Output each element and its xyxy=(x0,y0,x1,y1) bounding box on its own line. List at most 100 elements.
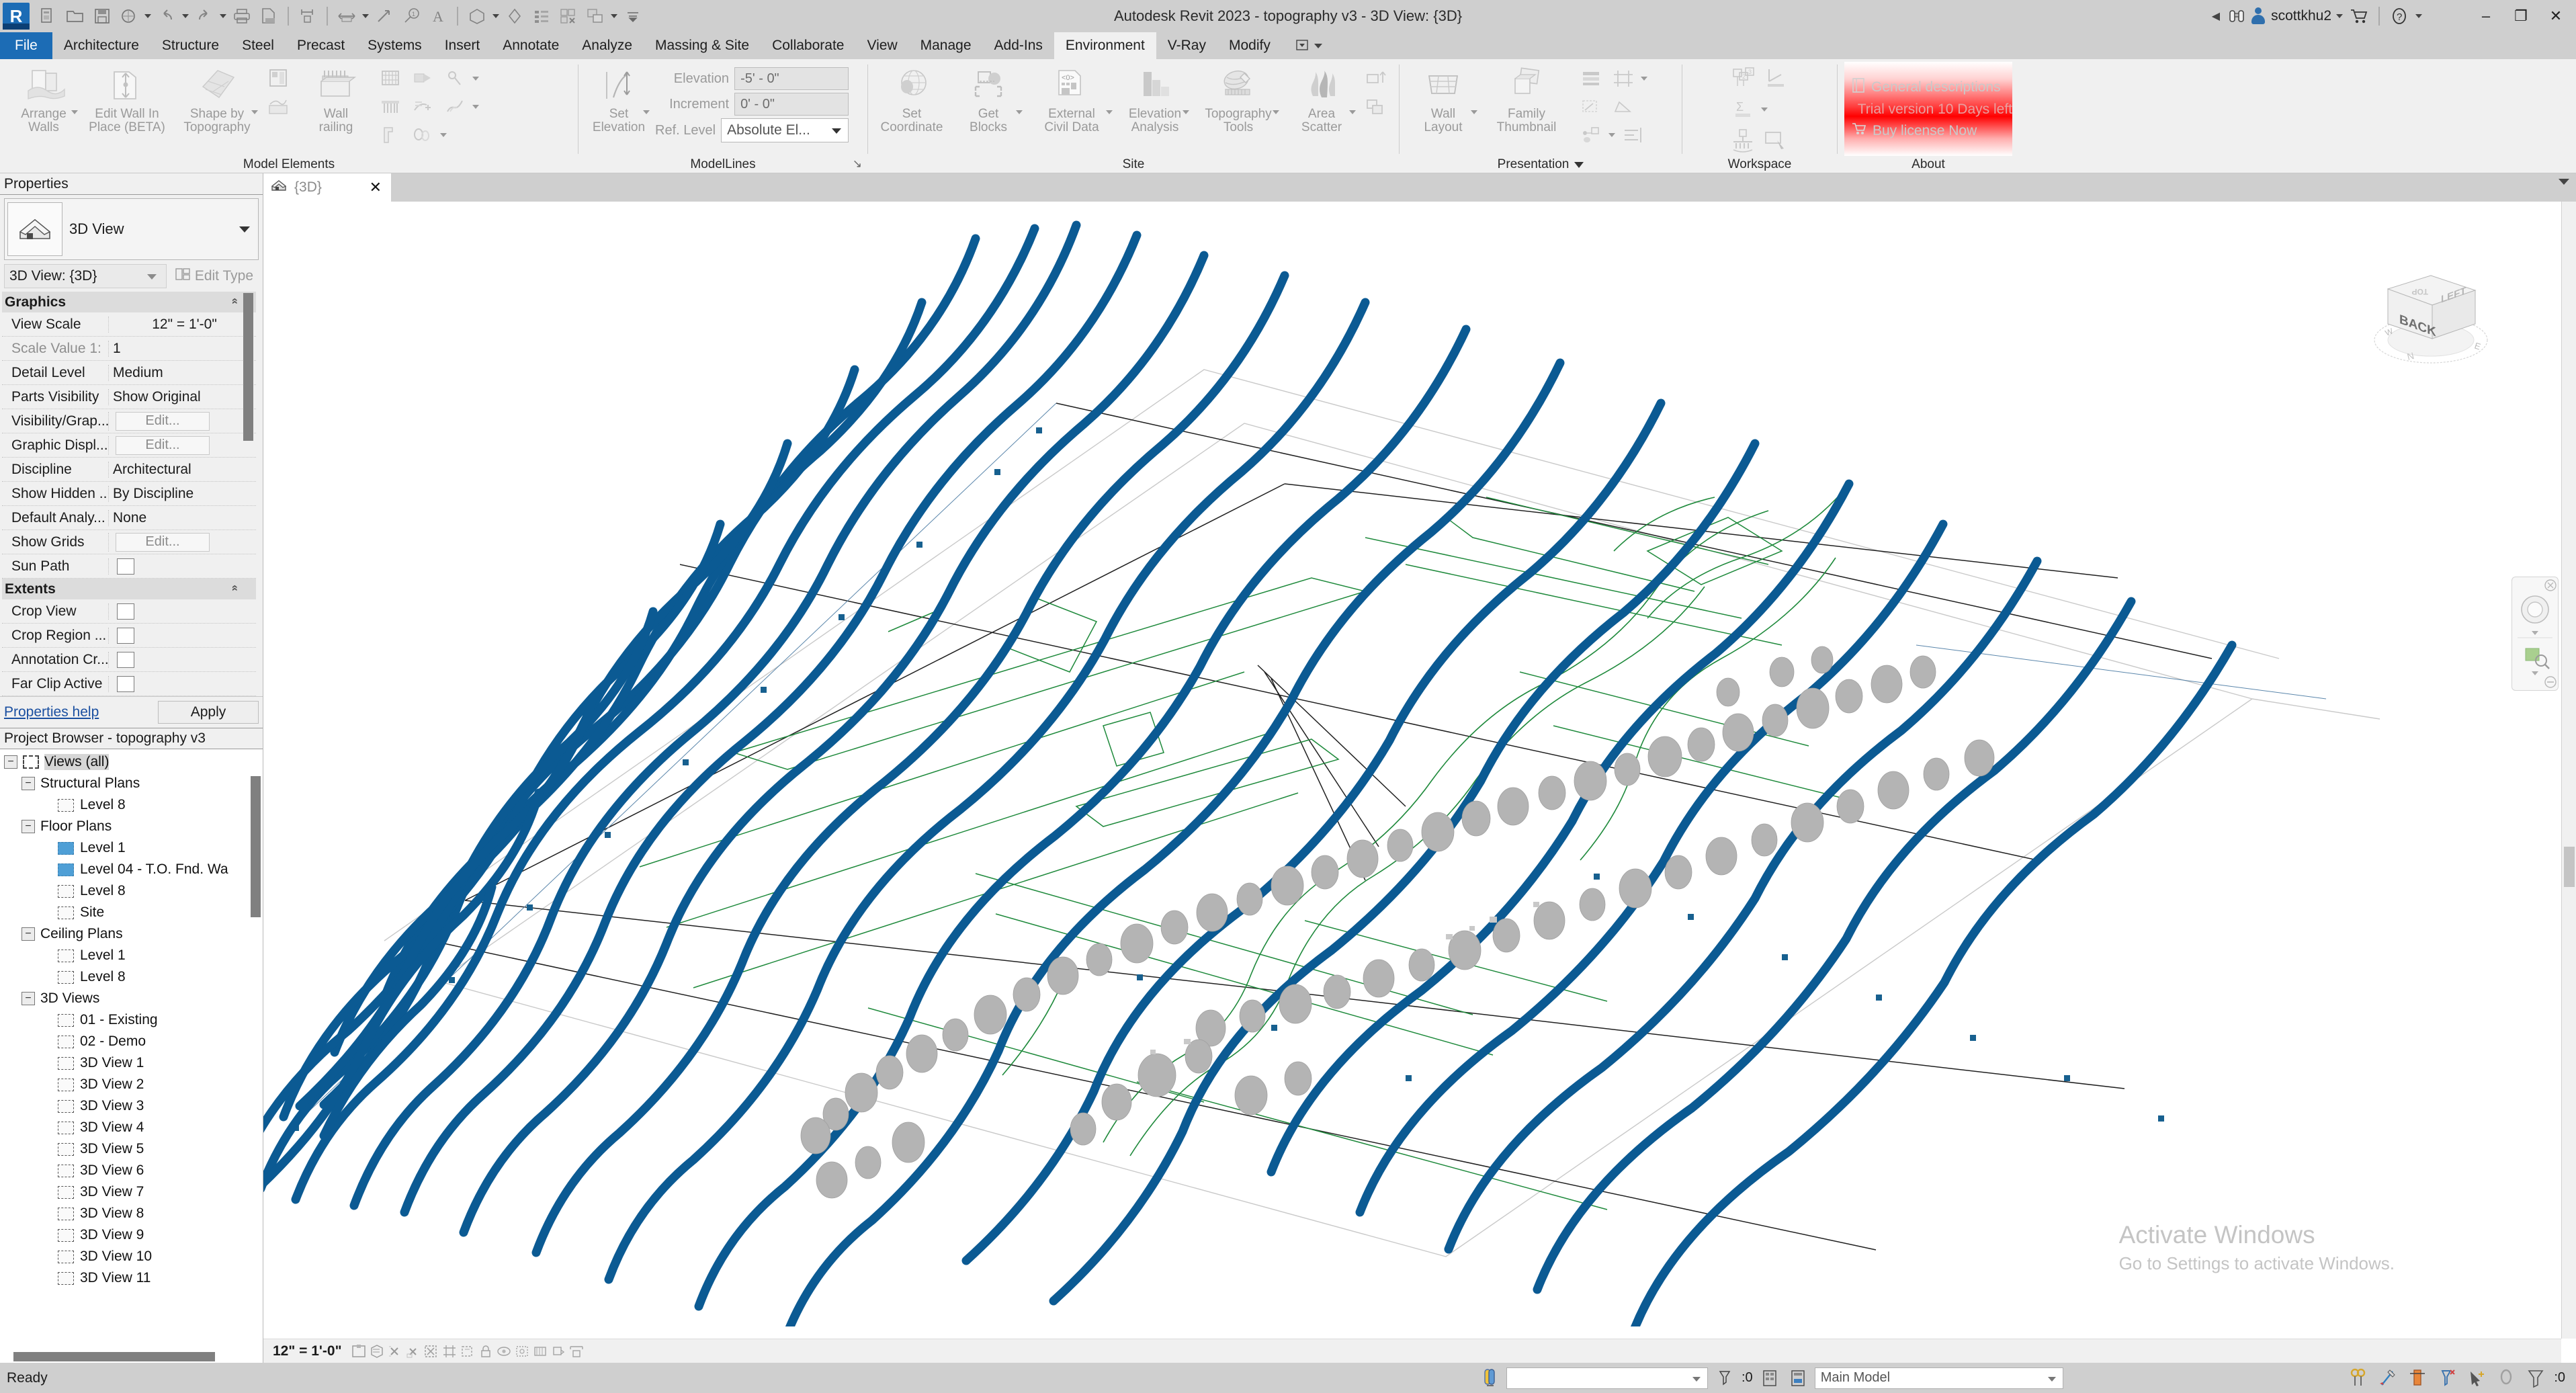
app-logo-icon[interactable]: R xyxy=(3,3,30,30)
presentation-panel-caret-icon[interactable] xyxy=(1574,161,1584,168)
elevation-input[interactable]: -5' - 0" xyxy=(734,67,849,90)
ribbon-tab-file[interactable]: File xyxy=(0,32,52,59)
crop-view-icon[interactable] xyxy=(441,1342,459,1361)
increment-input[interactable]: 0' - 0" xyxy=(734,93,849,116)
shape-by-topography-button[interactable]: Shape by Topography xyxy=(173,63,261,134)
align-right-icon[interactable] xyxy=(1618,122,1647,148)
ref-level-select[interactable]: Absolute El... xyxy=(721,118,849,142)
reveal-hidden-icon[interactable] xyxy=(513,1342,531,1361)
numbered-tags-icon[interactable]: 32 xyxy=(1729,66,1758,91)
switch-window-caret-icon[interactable] xyxy=(609,1,619,31)
tree-collapse-icon[interactable]: − xyxy=(4,755,17,769)
user-account[interactable]: scottkhu2 xyxy=(2251,7,2331,25)
node-graph-icon[interactable] xyxy=(1576,122,1606,148)
worksets-icon[interactable] xyxy=(1758,1367,1781,1390)
open-icon[interactable] xyxy=(62,1,89,31)
user-menu-caret-icon[interactable] xyxy=(2334,1,2345,31)
undo-icon[interactable] xyxy=(153,1,180,31)
family-thumbnail-button[interactable]: Family Thumbnail xyxy=(1483,63,1570,134)
ribbon-tab-environment[interactable]: Environment xyxy=(1054,32,1156,59)
property-value[interactable]: By Discipline xyxy=(108,485,256,502)
collapse-chevron-icon[interactable]: » xyxy=(227,298,241,304)
project-browser-item[interactable]: 02 - Demo xyxy=(0,1031,263,1052)
tag-icon[interactable]: 1 xyxy=(398,1,425,31)
property-value[interactable]: 1 xyxy=(108,340,256,357)
press-drag-icon[interactable] xyxy=(1478,1367,1501,1390)
switch-window-icon[interactable] xyxy=(582,1,609,31)
sum-icon[interactable]: Σ xyxy=(1729,97,1758,122)
topography-tools-button[interactable]: Topography Tools xyxy=(1195,63,1282,134)
ribbon-tab-systems[interactable]: Systems xyxy=(356,32,433,59)
ribbon-display-options[interactable] xyxy=(1287,32,1329,59)
property-checkbox[interactable] xyxy=(117,651,134,668)
navigation-bar[interactable] xyxy=(2511,577,2559,691)
measure-caret-icon[interactable] xyxy=(360,1,371,31)
project-browser-item[interactable]: Level 8 xyxy=(0,880,263,902)
wall-layout-button[interactable]: Wall Layout xyxy=(1406,63,1480,134)
project-browser-item[interactable]: 3D View 7 xyxy=(0,1181,263,1203)
crop-frame-caret-icon[interactable] xyxy=(1641,77,1647,81)
project-browser-item[interactable]: 3D View 3 xyxy=(0,1095,263,1117)
project-browser-item[interactable]: − Ceiling Plans xyxy=(0,923,263,945)
railing-bars-icon[interactable] xyxy=(376,94,405,120)
crop-frame-icon[interactable] xyxy=(1608,66,1638,91)
select-pinned-icon[interactable] xyxy=(2495,1367,2518,1390)
node-graph-caret-icon[interactable] xyxy=(1608,133,1615,137)
print-icon[interactable] xyxy=(228,1,255,31)
save-icon[interactable] xyxy=(89,1,116,31)
project-browser-item[interactable]: 3D View 10 xyxy=(0,1246,263,1267)
ribbon-tab-insert[interactable]: Insert xyxy=(433,32,492,59)
ribbon-tab-manage[interactable]: Manage xyxy=(909,32,983,59)
text-icon[interactable]: A xyxy=(425,1,452,31)
viewport-vscrollbar[interactable] xyxy=(2561,202,2576,1339)
railing-grid-icon[interactable] xyxy=(376,66,405,91)
edit-type-button[interactable]: Edit Type xyxy=(169,267,259,286)
view-tab-3d[interactable]: {3D} ✕ xyxy=(263,173,391,202)
customize-icon[interactable] xyxy=(619,1,646,31)
infocenter-collapse-icon[interactable]: ◀ xyxy=(2212,9,2220,23)
analytical-model-icon[interactable] xyxy=(531,1342,550,1361)
property-value[interactable]: 12" = 1'-0" xyxy=(108,316,256,333)
lock-3d-icon[interactable] xyxy=(477,1342,495,1361)
ribbon-tab-modify[interactable]: Modify xyxy=(1217,32,1282,59)
load-down-icon[interactable] xyxy=(1729,128,1758,153)
ribbon-tab-steel[interactable]: Steel xyxy=(230,32,286,59)
property-value[interactable]: Architectural xyxy=(108,461,256,478)
properties-type-selector[interactable]: 3D View xyxy=(4,198,259,260)
project-browser-vscrollbar[interactable] xyxy=(251,776,261,917)
help-icon[interactable]: ? xyxy=(2388,5,2411,28)
dimension-icon[interactable] xyxy=(294,1,321,31)
temp-hide-icon[interactable] xyxy=(495,1342,513,1361)
project-browser-item[interactable]: − Floor Plans xyxy=(0,816,263,837)
buy-license-item[interactable]: Buy license Now xyxy=(1851,122,2012,140)
project-browser-item[interactable]: −3D Views xyxy=(0,988,263,1009)
project-browser-item[interactable]: 3D View 11 xyxy=(0,1267,263,1289)
property-checkbox[interactable] xyxy=(117,627,134,644)
set-elevation-button[interactable]: Set Elevation xyxy=(585,63,652,134)
wall-panel-icon[interactable] xyxy=(263,66,293,91)
property-value[interactable]: Show Original xyxy=(108,388,256,405)
3d-view-icon[interactable] xyxy=(464,1,490,31)
rotate-point-icon[interactable] xyxy=(440,66,470,91)
property-value[interactable]: None xyxy=(108,509,256,526)
sum-caret-icon[interactable] xyxy=(1761,108,1768,112)
wall-mirror-icon[interactable] xyxy=(408,122,437,148)
project-browser-item[interactable]: − Structural Plans xyxy=(0,773,263,794)
ribbon-tab-architecture[interactable]: Architecture xyxy=(52,32,151,59)
main-model-combo[interactable]: Main Model xyxy=(1814,1367,2063,1389)
ribbon-tab-structure[interactable]: Structure xyxy=(151,32,230,59)
redo-icon[interactable] xyxy=(191,1,218,31)
project-browser-item[interactable]: 3D View 9 xyxy=(0,1224,263,1246)
constraints-icon[interactable] xyxy=(550,1342,568,1361)
aligned-dimension-icon[interactable] xyxy=(371,1,398,31)
project-browser-item[interactable]: 3D View 2 xyxy=(0,1074,263,1095)
close-inactive-icon[interactable] xyxy=(555,1,582,31)
elevation-analysis-button[interactable]: Elevation Analysis xyxy=(1118,63,1192,134)
property-checkbox[interactable] xyxy=(117,558,134,575)
wall-corner-icon[interactable] xyxy=(376,122,405,148)
3d-view-caret-icon[interactable] xyxy=(490,1,501,31)
stacked-list-icon[interactable] xyxy=(1576,66,1606,91)
property-edit-button[interactable]: Edit... xyxy=(116,532,210,552)
tree-collapse-icon[interactable]: − xyxy=(22,927,35,941)
property-edit-button[interactable]: Edit... xyxy=(116,411,210,431)
